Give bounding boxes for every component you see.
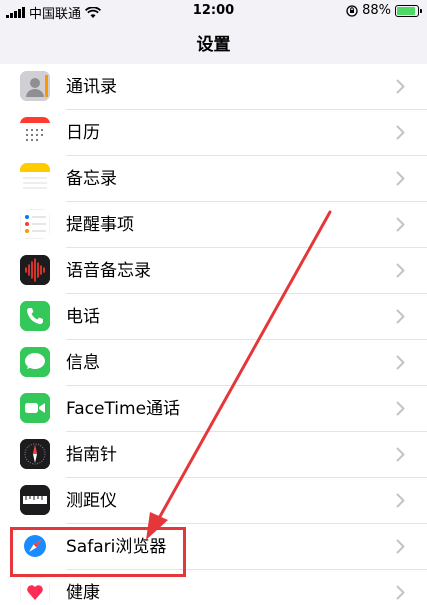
- chevron-right-icon: [396, 447, 405, 462]
- facetime-icon: [20, 393, 50, 423]
- page-title: 设置: [196, 35, 231, 55]
- battery-icon: [395, 4, 422, 17]
- settings-row-label: 信息: [66, 353, 100, 373]
- settings-row[interactable]: 提醒事项: [0, 202, 427, 248]
- status-bar: 中国联通 12:00 88%: [0, 0, 427, 22]
- notes-icon: [20, 163, 50, 193]
- battery-level: [397, 6, 415, 15]
- settings-row[interactable]: 电话: [0, 294, 427, 340]
- settings-row[interactable]: 语音备忘录: [0, 248, 427, 294]
- compass-icon: [20, 439, 50, 469]
- settings-row[interactable]: FaceTime通话: [0, 386, 427, 432]
- settings-row-label: 测距仪: [66, 491, 117, 511]
- settings-row[interactable]: 指南针: [0, 432, 427, 478]
- settings-row[interactable]: 备忘录: [0, 156, 427, 202]
- chevron-right-icon: [396, 401, 405, 416]
- rotation-lock-icon: [346, 4, 358, 17]
- settings-list: 通讯录 日历 备忘录 提醒事项 语音备忘录 电话 信息 FaceTime通话 指南针 测距仪 Saf…: [0, 64, 427, 605]
- calendar-icon: [20, 117, 50, 147]
- settings-row[interactable]: 测距仪: [0, 478, 427, 524]
- chevron-right-icon: [396, 585, 405, 600]
- settings-row-label: 语音备忘录: [66, 261, 151, 281]
- annotation-highlight-box: [10, 527, 186, 577]
- settings-row-label: 通讯录: [66, 77, 117, 97]
- phone-icon: [20, 301, 50, 331]
- reminders-icon: [20, 209, 50, 239]
- settings-row-label: 提醒事项: [66, 215, 134, 235]
- chevron-right-icon: [396, 355, 405, 370]
- health-icon: [20, 577, 50, 605]
- chevron-right-icon: [396, 309, 405, 324]
- messages-icon: [20, 347, 50, 377]
- chevron-right-icon: [396, 493, 405, 508]
- settings-row[interactable]: 信息: [0, 340, 427, 386]
- contacts-icon: [20, 71, 50, 101]
- measure-icon: [20, 485, 50, 515]
- chevron-right-icon: [396, 539, 405, 554]
- settings-row-label: 指南针: [66, 445, 117, 465]
- voice-memos-icon: [20, 255, 50, 285]
- status-right: 88%: [346, 3, 422, 18]
- chevron-right-icon: [396, 171, 405, 186]
- settings-row-label: 电话: [66, 307, 100, 327]
- chevron-right-icon: [396, 79, 405, 94]
- settings-row[interactable]: 日历: [0, 110, 427, 156]
- settings-row-label: 备忘录: [66, 169, 117, 189]
- chevron-right-icon: [396, 217, 405, 232]
- settings-row[interactable]: 通讯录: [0, 64, 427, 110]
- settings-row-label: 日历: [66, 123, 100, 143]
- chevron-right-icon: [396, 125, 405, 140]
- chevron-right-icon: [396, 263, 405, 278]
- battery-percent: 88%: [362, 3, 391, 18]
- settings-row-label: FaceTime通话: [66, 399, 181, 419]
